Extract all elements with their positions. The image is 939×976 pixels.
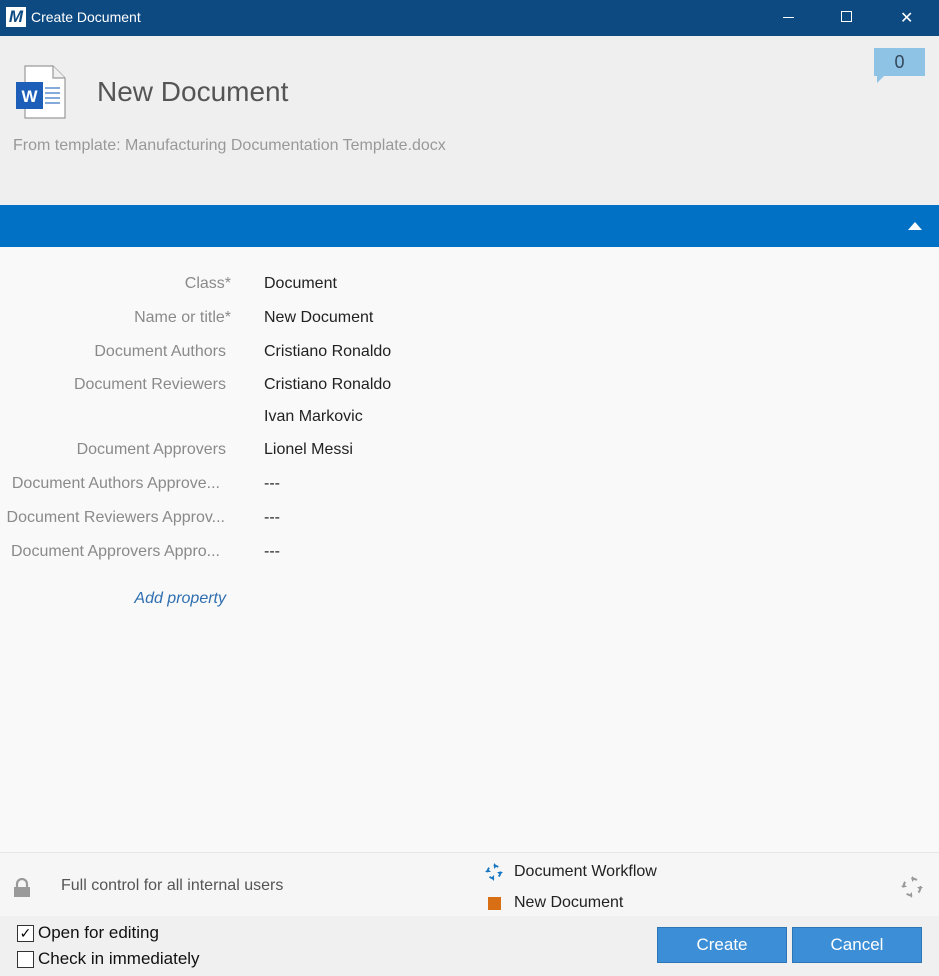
property-label-reviewers: Document Reviewers: [73, 376, 226, 393]
property-value-class[interactable]: Document: [264, 275, 337, 293]
property-label-approvers-approved: Document Approvers Appro...: [11, 543, 220, 560]
property-value-name[interactable]: New Document: [264, 309, 373, 327]
property-value-reviewers-2[interactable]: Ivan Markovic: [264, 408, 363, 426]
workflow-state[interactable]: New Document: [514, 894, 623, 912]
property-value-reviewers[interactable]: Cristiano Ronaldo: [264, 376, 391, 394]
word-document-icon: W: [16, 65, 66, 119]
check-in-immediately-option[interactable]: Check in immediately: [17, 949, 200, 969]
permissions-text[interactable]: Full control for all internal users: [61, 877, 283, 895]
collapse-up-icon[interactable]: [908, 222, 922, 230]
property-label-approvers: Document Approvers: [76, 441, 226, 458]
open-for-editing-checkbox[interactable]: ✓: [17, 924, 34, 942]
check-in-immediately-checkbox[interactable]: [17, 950, 34, 968]
close-icon: ✕: [900, 10, 914, 27]
permissions-workflow-bar: Full control for all internal users Docu…: [0, 852, 939, 917]
property-label-name: Name or title*: [134, 309, 231, 326]
create-button[interactable]: Create: [657, 927, 787, 963]
document-header: W New Document From template: Manufactur…: [0, 36, 939, 205]
comment-count: 0: [894, 52, 905, 72]
window-title-bar: M Create Document ✕: [0, 0, 939, 36]
property-label-authors-approved: Document Authors Approve...: [11, 475, 220, 492]
window-title: Create Document: [31, 9, 141, 25]
lock-icon[interactable]: [13, 878, 31, 898]
cancel-button[interactable]: Cancel: [792, 927, 922, 963]
property-label-reviewers-approved: Document Reviewers Approv...: [6, 509, 225, 526]
property-label-class: Class*: [184, 275, 231, 292]
property-label-authors: Document Authors: [94, 343, 226, 360]
properties-panel: Class* Document Name or title* New Docum…: [0, 247, 939, 852]
app-logo-icon: M: [6, 7, 26, 27]
property-value-authors[interactable]: Cristiano Ronaldo: [264, 343, 391, 361]
property-value-reviewers-approved[interactable]: ---: [264, 509, 280, 527]
property-value-approvers[interactable]: Lionel Messi: [264, 441, 353, 459]
word-letter: W: [21, 87, 38, 106]
document-title: New Document: [97, 76, 289, 107]
template-source-text: From template: Manufacturing Documentati…: [13, 137, 446, 154]
check-in-immediately-label[interactable]: Check in immediately: [38, 949, 200, 969]
workflow-settings-icon[interactable]: [899, 874, 925, 900]
workflow-name[interactable]: Document Workflow: [514, 863, 657, 881]
open-for-editing-option[interactable]: ✓ Open for editing: [17, 923, 159, 943]
maximize-button[interactable]: [824, 0, 870, 36]
minimize-button[interactable]: [766, 0, 812, 36]
property-value-approvers-approved[interactable]: ---: [264, 543, 280, 561]
open-for-editing-label[interactable]: Open for editing: [38, 923, 159, 943]
state-icon: [488, 897, 501, 910]
comments-button[interactable]: 0: [874, 48, 925, 83]
checkmark-icon: ✓: [19, 924, 32, 941]
metadata-card-band: [0, 205, 939, 247]
close-button[interactable]: ✕: [885, 0, 931, 36]
workflow-icon: [485, 863, 503, 881]
property-value-authors-approved[interactable]: ---: [264, 475, 280, 493]
dialog-actions-bar: ✓ Open for editing Check in immediately …: [0, 916, 939, 976]
add-property-link[interactable]: Add property: [134, 590, 226, 608]
